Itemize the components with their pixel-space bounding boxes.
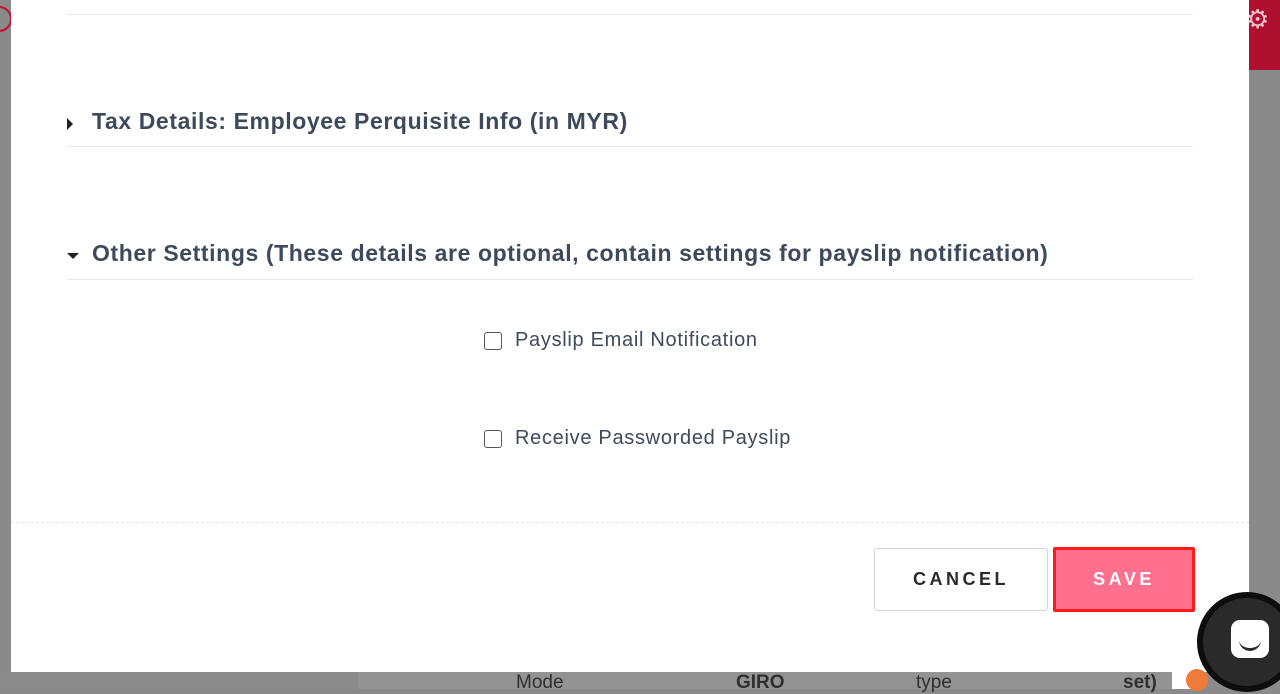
receive-passworded-payslip-option[interactable]: Receive Passworded Payslip [484, 427, 791, 450]
payslip-email-notification-option[interactable]: Payslip Email Notification [484, 329, 758, 352]
caret-right-icon [67, 118, 73, 130]
background-cell-set: set) [1123, 672, 1157, 693]
payslip-email-notification-label: Payslip Email Notification [515, 329, 758, 351]
chat-icon [1231, 620, 1269, 658]
section-title-tax-details: Tax Details: Employee Perquisite Info (i… [92, 108, 628, 134]
payslip-email-notification-checkbox[interactable] [484, 331, 502, 350]
receive-passworded-payslip-label: Receive Passworded Payslip [515, 427, 792, 449]
cancel-button[interactable]: CANCEL [874, 548, 1048, 611]
footer-divider [11, 522, 1249, 523]
section-tax-details[interactable]: Tax Details: Employee Perquisite Info (i… [67, 98, 1193, 147]
previous-section-divider [67, 14, 1193, 15]
save-button[interactable]: SAVE [1053, 547, 1195, 612]
section-title-other-settings: Other Settings (These details are option… [92, 240, 1049, 266]
background-cell-mode: Mode [516, 672, 564, 693]
app-badge-icon[interactable] [1172, 655, 1208, 691]
receive-passworded-payslip-checkbox[interactable] [484, 429, 502, 448]
background-cell-type: type [916, 672, 952, 693]
employee-settings-modal: Tax Details: Employee Perquisite Info (i… [11, 0, 1249, 672]
gear-icon[interactable]: ⚙ [1246, 6, 1269, 32]
caret-down-icon [67, 253, 79, 259]
section-other-settings[interactable]: Other Settings (These details are option… [67, 230, 1193, 280]
background-cell-giro: GIRO [736, 672, 785, 693]
